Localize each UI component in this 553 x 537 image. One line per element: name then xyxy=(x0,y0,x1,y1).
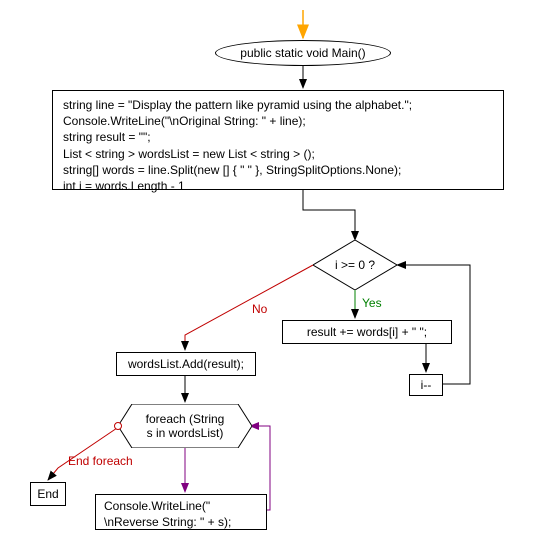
decrement-label: i-- xyxy=(421,378,432,392)
condition-label: i >= 0 ? xyxy=(335,258,375,272)
edge-init-cond xyxy=(303,190,355,240)
init-block: string line = "Display the pattern like … xyxy=(52,90,504,190)
init-line-5: int i = words.Length - 1 xyxy=(63,178,185,194)
print-line-1: \nReverse String: " + s); xyxy=(104,514,231,530)
foreach-line-1: s in wordsList) xyxy=(146,426,225,440)
decrement-node: i-- xyxy=(409,374,443,396)
end-label: End xyxy=(37,487,58,501)
foreach-line-0: foreach (String xyxy=(146,412,225,426)
end-foreach-label: End foreach xyxy=(68,454,133,468)
no-label: No xyxy=(252,302,267,316)
end-node: End xyxy=(30,482,66,506)
init-line-2: string result = ""; xyxy=(63,129,151,145)
edge-foreach-end xyxy=(48,426,120,480)
addlist-label: wordsList.Add(result); xyxy=(128,357,244,371)
init-line-1: Console.WriteLine("\nOriginal String: " … xyxy=(63,113,306,129)
init-line-3: List < string > wordsList = new List < s… xyxy=(63,146,315,162)
yes-label: Yes xyxy=(362,296,382,310)
condition-node: i >= 0 ? xyxy=(313,240,397,290)
start-label: public static void Main() xyxy=(240,46,365,60)
init-line-0: string line = "Display the pattern like … xyxy=(63,97,412,113)
print-line-0: Console.WriteLine(" xyxy=(104,498,210,514)
append-node: result += words[i] + " "; xyxy=(282,320,452,344)
init-line-4: string[] words = line.Split(new [] { " "… xyxy=(63,162,401,178)
start-node: public static void Main() xyxy=(215,40,391,66)
flowchart-canvas: public static void Main() string line = … xyxy=(0,0,553,537)
append-label: result += words[i] + " "; xyxy=(307,325,427,339)
foreach-node: foreach (String s in wordsList) xyxy=(118,404,252,448)
addlist-node: wordsList.Add(result); xyxy=(116,352,256,376)
print-node: Console.WriteLine(" \nReverse String: " … xyxy=(95,494,267,530)
foreach-exit-marker xyxy=(114,422,122,430)
